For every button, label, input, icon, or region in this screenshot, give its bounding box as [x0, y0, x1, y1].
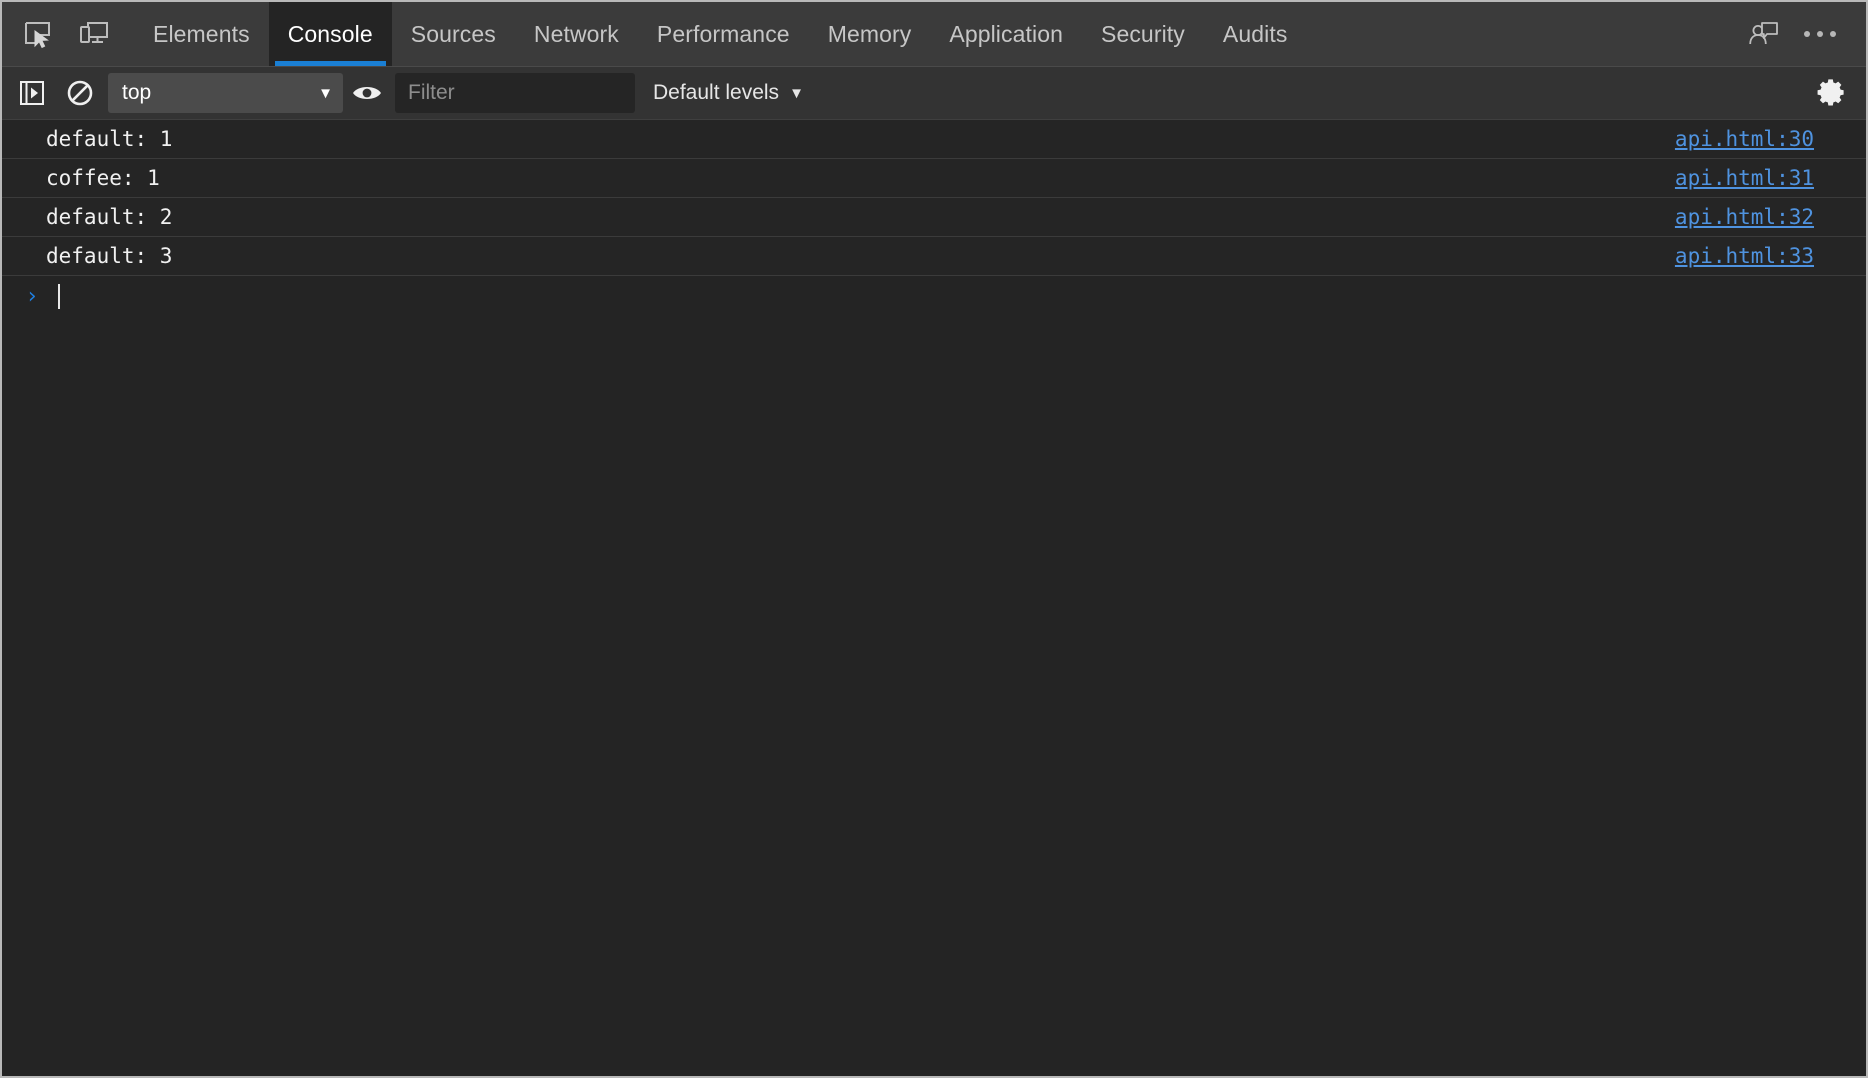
- console-empty-area[interactable]: [2, 316, 1866, 1076]
- console-filter-input[interactable]: Filter: [395, 73, 635, 113]
- console-sidebar-toggle-icon[interactable]: [8, 71, 56, 115]
- console-message-text: default: 1: [2, 127, 172, 151]
- tab-security[interactable]: Security: [1082, 2, 1204, 66]
- tab-label: Memory: [828, 21, 912, 48]
- console-prompt-row[interactable]: ›: [2, 276, 1866, 316]
- console-message-source-link[interactable]: api.html:30: [1675, 127, 1814, 151]
- more-options-icon[interactable]: [1792, 6, 1848, 62]
- console-message-text: default: 2: [2, 205, 172, 229]
- tab-label: Application: [949, 21, 1063, 48]
- chevron-down-icon: ▼: [789, 85, 804, 102]
- tab-sources[interactable]: Sources: [392, 2, 515, 66]
- console-message-row[interactable]: coffee: 1 api.html:31: [2, 159, 1866, 198]
- tab-application[interactable]: Application: [930, 2, 1082, 66]
- tab-performance[interactable]: Performance: [638, 2, 809, 66]
- devtools-window: Elements Console Sources Network Perform…: [0, 0, 1868, 1078]
- tab-elements[interactable]: Elements: [134, 2, 269, 66]
- inspect-element-icon[interactable]: [10, 6, 66, 62]
- chevron-down-icon: ▼: [318, 86, 333, 101]
- console-message-list[interactable]: default: 1 api.html:30 coffee: 1 api.htm…: [2, 120, 1866, 1076]
- console-message-row[interactable]: default: 1 api.html:30: [2, 120, 1866, 159]
- console-filter-placeholder: Filter: [408, 81, 455, 105]
- console-message-row[interactable]: default: 3 api.html:33: [2, 237, 1866, 276]
- tab-label: Console: [288, 21, 373, 48]
- console-message-source-link[interactable]: api.html:33: [1675, 244, 1814, 268]
- console-message-text: coffee: 1: [2, 166, 160, 190]
- console-message-row[interactable]: default: 2 api.html:32: [2, 198, 1866, 237]
- tab-network[interactable]: Network: [515, 2, 638, 66]
- prompt-arrow-icon: ›: [20, 284, 44, 309]
- log-levels-label: Default levels: [653, 81, 779, 105]
- console-message-text: default: 3: [2, 244, 172, 268]
- execution-context-value: top: [122, 81, 151, 105]
- console-message-source-link[interactable]: api.html:31: [1675, 166, 1814, 190]
- live-expression-eye-icon[interactable]: [343, 71, 391, 115]
- devtools-tabbar: Elements Console Sources Network Perform…: [2, 2, 1866, 67]
- device-toolbar-icon[interactable]: [66, 6, 122, 62]
- console-toolbar: top ▼ Filter Default levels ▼: [2, 67, 1866, 120]
- feedback-person-icon[interactable]: [1736, 6, 1792, 62]
- tab-label: Sources: [411, 21, 496, 48]
- tab-label: Security: [1101, 21, 1185, 48]
- log-levels-dropdown[interactable]: Default levels ▼: [653, 81, 804, 105]
- console-message-source-link[interactable]: api.html:32: [1675, 205, 1814, 229]
- text-cursor: [58, 284, 60, 309]
- tab-console[interactable]: Console: [269, 2, 392, 66]
- tab-label: Performance: [657, 21, 790, 48]
- settings-gear-icon[interactable]: [1808, 71, 1856, 115]
- execution-context-select[interactable]: top ▼: [108, 73, 343, 113]
- tabbar-left-icons: [2, 2, 122, 66]
- devtools-tab-list: Elements Console Sources Network Perform…: [134, 2, 1306, 66]
- tab-label: Network: [534, 21, 619, 48]
- tab-label: Audits: [1223, 21, 1288, 48]
- tab-memory[interactable]: Memory: [809, 2, 931, 66]
- tab-audits[interactable]: Audits: [1204, 2, 1307, 66]
- clear-console-icon[interactable]: [56, 71, 104, 115]
- tabbar-right-icons: [1736, 2, 1866, 66]
- tab-label: Elements: [153, 21, 250, 48]
- more-options-dots: [1804, 31, 1836, 37]
